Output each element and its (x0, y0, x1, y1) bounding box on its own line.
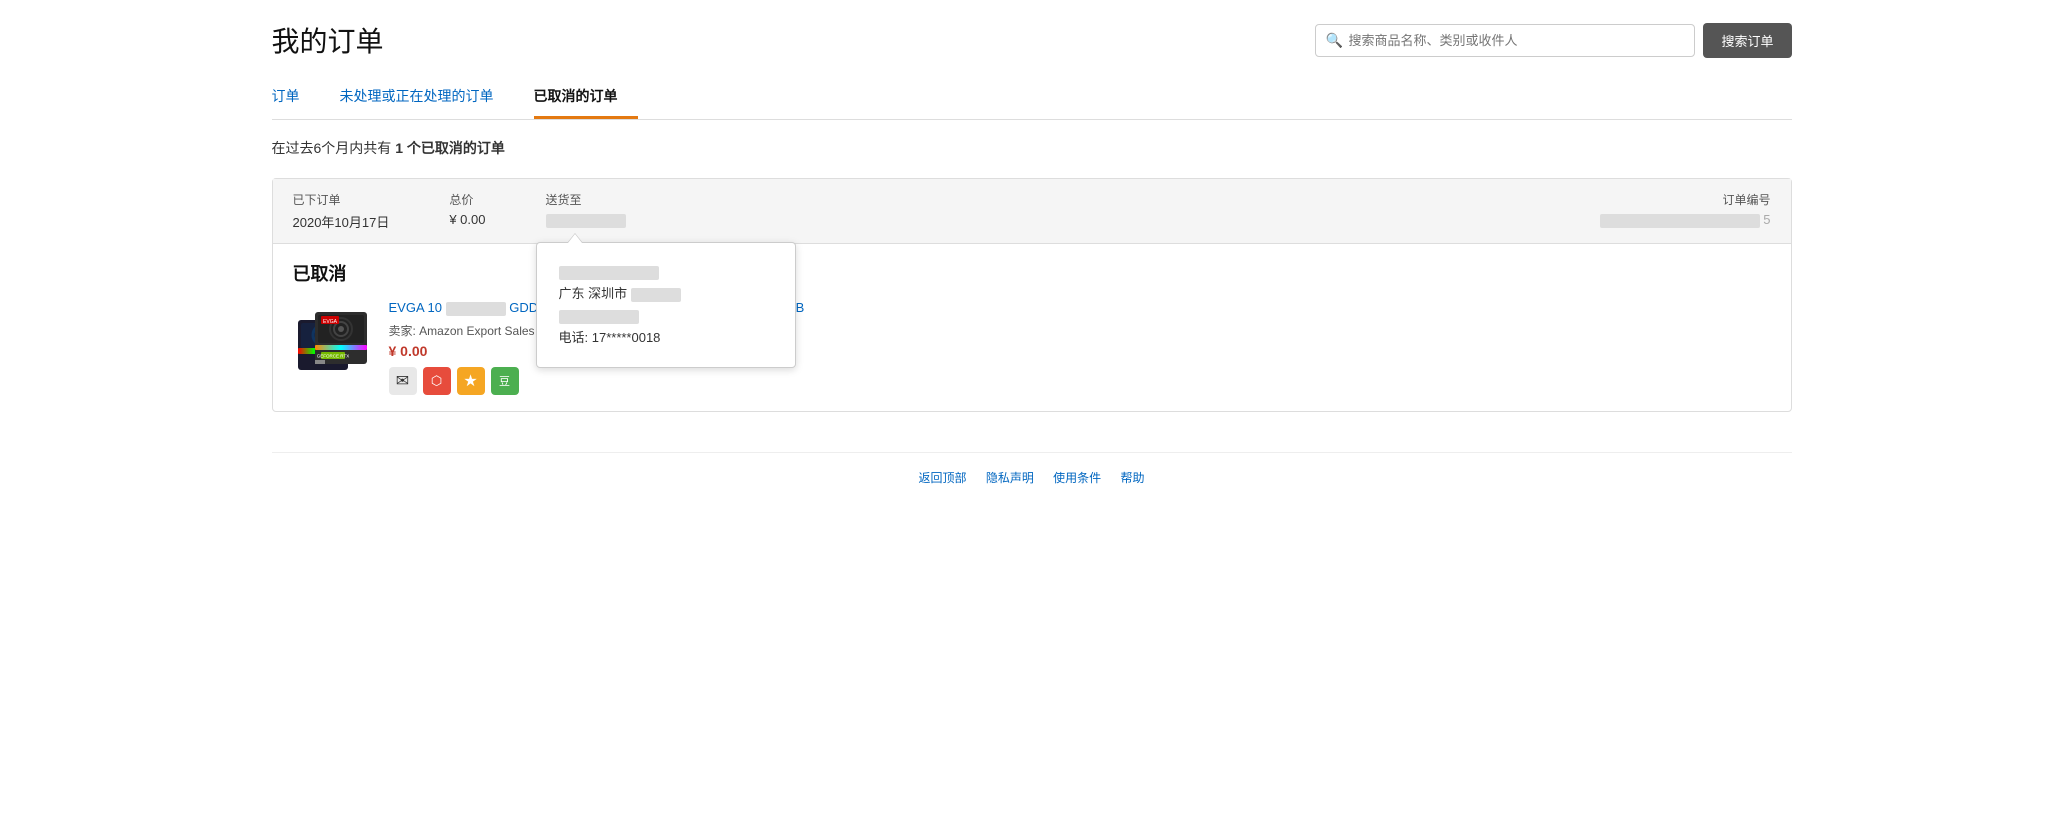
order-shipping-col: 送货至 广东 深圳市 (546, 191, 626, 228)
star-icon[interactable]: ★ (457, 367, 485, 395)
order-number-suffix: 5 (1763, 212, 1770, 227)
order-card-header: 已下订单 2020年10月17日 总价 ¥ 0.00 送货至 (273, 179, 1791, 244)
order-card-body: 已取消 (273, 244, 1791, 411)
shipping-address-trigger[interactable]: 广东 深圳市 电话: 17*****0018 (546, 212, 626, 228)
tooltip-address-blurred (559, 305, 773, 327)
order-number-col: 订单编号 5 (1600, 191, 1771, 228)
order-number-label: 订单编号 (1722, 191, 1770, 208)
order-number-value: 5 (1600, 212, 1771, 228)
footer-link-privacy[interactable]: 隐私声明 (986, 471, 1034, 485)
product-icons: ✉ ⬡ ★ 豆 (389, 367, 1771, 395)
tabs-bar: 订单 未处理或正在处理的订单 已取消的订单 (272, 76, 1792, 120)
email-icon[interactable]: ✉ (389, 367, 417, 395)
tab-cancelled[interactable]: 已取消的订单 (534, 76, 638, 119)
search-icon: 🔍 (1325, 32, 1342, 49)
order-card: 已下订单 2020年10月17日 总价 ¥ 0.00 送货至 (272, 178, 1792, 412)
order-total-col: 总价 ¥ 0.00 (449, 191, 485, 227)
address-tooltip: 广东 深圳市 电话: 17*****0018 (536, 242, 796, 368)
bean-icon[interactable]: 豆 (491, 367, 519, 395)
search-area: 🔍 搜索订单 (1315, 23, 1791, 58)
order-status: 已取消 (293, 260, 1771, 286)
page-title: 我的订单 (272, 20, 384, 60)
summary-count: 1 个已取消的订单 (395, 140, 505, 156)
tooltip-city: 广东 深圳市 (559, 283, 773, 305)
order-item-row: EVGA GEFORCE RTX EVGA 10 GDDR6X (293, 300, 1771, 395)
order-date-col: 已下订单 2020年10月17日 (293, 191, 390, 231)
svg-text:EVGA: EVGA (323, 319, 338, 325)
product-image: EVGA GEFORCE RTX (293, 300, 373, 380)
product-svg: EVGA GEFORCE RTX (293, 300, 373, 380)
date-value: 2020年10月17日 (293, 212, 390, 231)
summary-prefix: 在过去6个月内共有 (272, 140, 396, 156)
svg-text:GEFORCE RTX: GEFORCE RTX (316, 354, 348, 359)
order-number-blurred (1600, 214, 1760, 228)
total-label: 总价 (449, 191, 485, 208)
product-title-blurred (446, 300, 510, 315)
search-input[interactable] (1315, 24, 1695, 57)
shipping-name-blurred (546, 214, 626, 228)
tab-orders[interactable]: 订单 (272, 76, 320, 119)
search-button[interactable]: 搜索订单 (1703, 23, 1791, 58)
footer-link-terms[interactable]: 使用条件 (1053, 471, 1101, 485)
shipping-label: 送货至 (546, 191, 626, 208)
tooltip-name-blurred (559, 261, 773, 283)
footer-link-help[interactable]: 帮助 (1121, 471, 1145, 485)
share-icon[interactable]: ⬡ (423, 367, 451, 395)
footer-link-top[interactable]: 返回顶部 (918, 471, 966, 485)
footer-nav: 返回顶部 隐私声明 使用条件 帮助 (272, 452, 1792, 486)
summary-text: 在过去6个月内共有 1 个已取消的订单 (272, 138, 1792, 158)
search-input-wrapper: 🔍 (1315, 24, 1695, 57)
page-header: 我的订单 🔍 搜索订单 (272, 20, 1792, 60)
total-value: ¥ 0.00 (449, 212, 485, 227)
date-label: 已下订单 (293, 191, 390, 208)
tab-pending[interactable]: 未处理或正在处理的订单 (340, 76, 514, 119)
tooltip-phone: 电话: 17*****0018 (559, 327, 773, 349)
